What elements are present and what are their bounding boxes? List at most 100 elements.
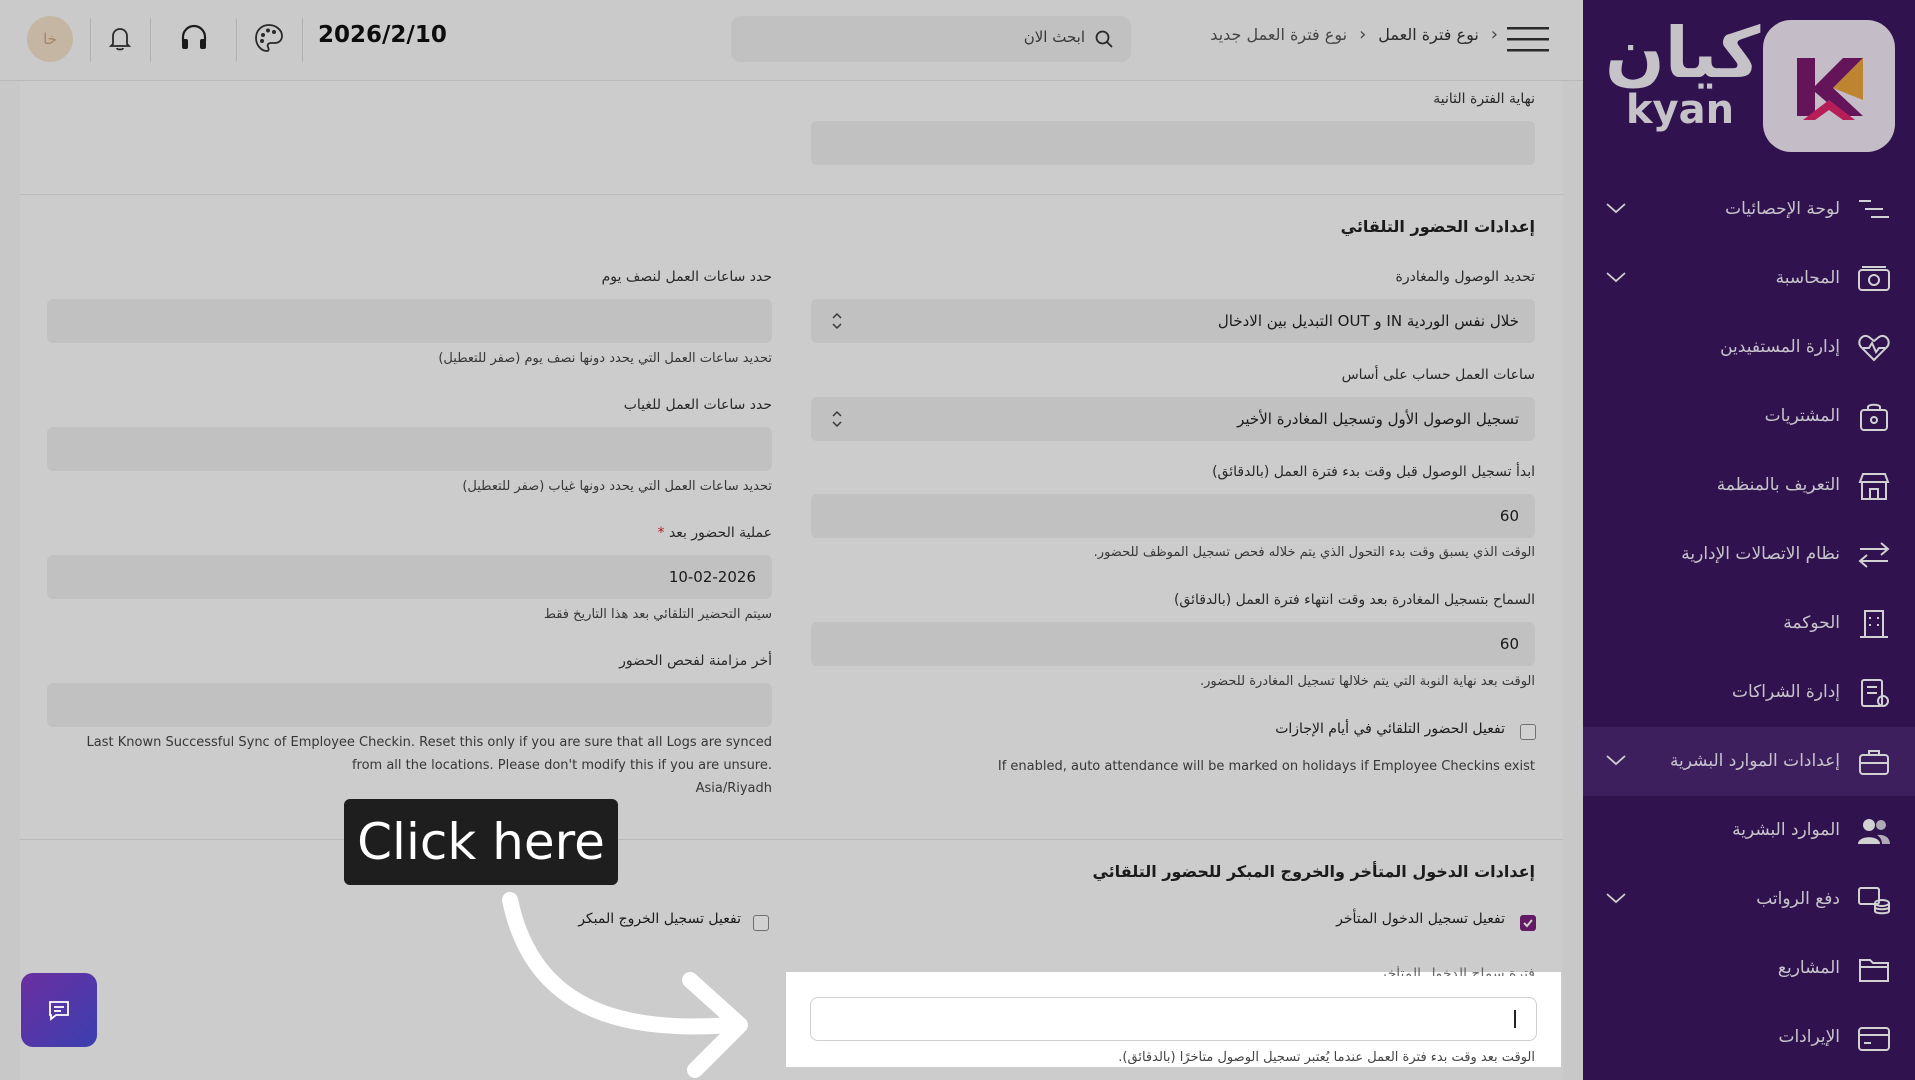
- section-divider: [20, 839, 1563, 840]
- checkout-after-label: السماح بتسجيل المغادرة بعد وقت انتهاء فت…: [1173, 592, 1535, 608]
- folder-icon: [1859, 959, 1889, 982]
- sidebar-item-beneficiaries[interactable]: إدارة المستفيدين: [1583, 313, 1915, 382]
- grace-period-input[interactable]: [810, 997, 1537, 1041]
- sidebar: كيان kyan لوحة الإحصائيات المحاسبة إدارة…: [1583, 0, 1915, 1080]
- sidebar-item-label: دفع الرواتب: [1756, 889, 1840, 909]
- sidebar-item-label: لوحة الإحصائيات: [1725, 199, 1840, 219]
- sidebar-item-communications[interactable]: نظام الاتصالات الإدارية: [1583, 520, 1915, 589]
- search-box[interactable]: ابحث الان: [731, 16, 1131, 62]
- half-day-input[interactable]: [47, 299, 772, 343]
- process-after-input[interactable]: 10-02-2026: [47, 555, 772, 599]
- sidebar-item-accounting[interactable]: المحاسبة: [1583, 244, 1915, 313]
- half-day-hint: تحديد ساعات العمل التي يحدد دونها نصف يو…: [438, 351, 772, 366]
- chat-icon: [49, 1001, 69, 1021]
- last-sync-hint: Last Known Successful Sync of Employee C…: [32, 735, 772, 796]
- late-entry-checkbox[interactable]: [1520, 915, 1536, 931]
- select-arrows-icon: [832, 312, 842, 330]
- absent-hint: تحديد ساعات العمل التي يحدد دونها غياب (…: [462, 479, 772, 494]
- checkin-before-value: 60: [1499, 507, 1519, 525]
- checkout-after-input[interactable]: 60: [811, 622, 1535, 666]
- sidebar-item-revenues[interactable]: الإيرادات: [1583, 1003, 1915, 1072]
- document-icon: [1861, 679, 1889, 707]
- briefcase-icon: [1859, 750, 1889, 775]
- determine-in-out-select[interactable]: خلال نفس الوردية IN و OUT التبديل بين ال…: [811, 299, 1535, 343]
- sidebar-item-label: المشتريات: [1764, 406, 1840, 426]
- checkin-before-label: ابدأ تسجيل الوصول قبل وقت بدء فترة العمل…: [1212, 464, 1535, 480]
- second-period-end-input[interactable]: [811, 121, 1535, 165]
- checkin-before-hint: الوقت الذي يسبق وقت بدء التحول الذي يتم …: [1093, 545, 1535, 560]
- determine-in-out-value: خلال نفس الوردية IN و OUT التبديل بين ال…: [1217, 312, 1519, 330]
- chat-button[interactable]: [21, 973, 97, 1047]
- last-sync-timezone: Asia/Riyadh: [695, 781, 772, 796]
- sidebar-nav: لوحة الإحصائيات المحاسبة إدارة المستفيدي…: [1583, 175, 1915, 1072]
- tutorial-spotlight: فترة سماح الدخول المتأخر الوقت بعد وقت ب…: [786, 966, 1561, 1067]
- grace-period-hint: الوقت بعد وقت بدء فترة العمل عندما يُعتب…: [1118, 1050, 1535, 1064]
- sidebar-item-projects[interactable]: المشاريع: [1583, 934, 1915, 1003]
- store-icon: [1858, 473, 1890, 500]
- sidebar-item-label: إدارة المستفيدين: [1720, 337, 1840, 357]
- checkin-before-input[interactable]: 60: [811, 494, 1535, 538]
- second-period-end-label: نهاية الفترة الثانية: [1433, 91, 1535, 107]
- text-caret: [1514, 1010, 1516, 1028]
- logo[interactable]: كيان kyan: [1583, 0, 1915, 170]
- heart-pulse-icon: [1858, 335, 1890, 362]
- last-sync-hint-line-1: Last Known Successful Sync of Employee C…: [86, 735, 772, 750]
- headset-icon[interactable]: [178, 22, 210, 54]
- sidebar-item-label: المحاسبة: [1775, 268, 1840, 288]
- breadcrumb: ‹ نوع فترة العمل ‹ نوع فترة العمل جديد: [1210, 24, 1498, 45]
- sidebar-item-label: نظام الاتصالات الإدارية: [1681, 544, 1840, 564]
- breadcrumb-item-shift-type[interactable]: نوع فترة العمل: [1378, 25, 1479, 44]
- sidebar-item-label: الموارد البشرية: [1732, 820, 1840, 840]
- chevron-down-icon: [1606, 203, 1626, 214]
- tutorial-tooltip: Click here: [344, 799, 618, 885]
- absent-input[interactable]: [47, 427, 772, 471]
- process-after-label-text: عملية الحضور بعد: [668, 525, 772, 541]
- logo-wordmark: كيان kyan: [1605, 12, 1761, 133]
- purchase-box-icon: [1860, 403, 1888, 431]
- avatar[interactable]: خا: [27, 16, 73, 62]
- sidebar-item-organization[interactable]: التعريف بالمنظمة: [1583, 451, 1915, 520]
- bell-icon[interactable]: [104, 22, 136, 54]
- chevron-down-icon: [1606, 755, 1626, 766]
- sidebar-item-label: المشاريع: [1777, 958, 1840, 978]
- header-divider: [150, 18, 151, 62]
- search-icon: [1095, 30, 1113, 48]
- late-early-title: إعدادات الدخول المتأخر والخروج المبكر لل…: [1092, 862, 1535, 881]
- chevron-left-icon: ‹: [1359, 24, 1367, 45]
- palette-icon[interactable]: [253, 22, 285, 54]
- kyan-logo-icon: [1797, 58, 1863, 120]
- sidebar-item-hr-settings[interactable]: إعدادات الموارد البشرية: [1583, 727, 1915, 796]
- last-sync-hint-line-2: from all the locations. Please don't mod…: [351, 758, 772, 773]
- sidebar-item-payroll[interactable]: دفع الرواتب: [1583, 865, 1915, 934]
- process-after-label: عملية الحضور بعد *: [658, 525, 773, 541]
- logo-english: kyan: [1625, 87, 1735, 133]
- working-hours-basis-select[interactable]: تسجيل الوصول الأول وتسجيل المغادرة الأخي…: [811, 397, 1535, 441]
- working-hours-basis-label: ساعات العمل حساب على أساس: [1341, 367, 1535, 383]
- curved-arrow-icon: [502, 892, 748, 1078]
- hamburger-icon[interactable]: [1507, 24, 1549, 54]
- page-root: ‹ نوع فترة العمل ‹ نوع فترة العمل جديد ا…: [0, 0, 1915, 1080]
- chevron-down-icon: [1606, 893, 1626, 904]
- header-divider: [90, 18, 91, 62]
- last-sync-input[interactable]: [47, 683, 772, 727]
- holiday-auto-checkbox[interactable]: [1520, 724, 1536, 740]
- logo-mark: [1763, 20, 1895, 152]
- checkout-after-value: 60: [1499, 635, 1519, 653]
- building-icon: [1860, 610, 1888, 638]
- logo-arabic: كيان: [1605, 12, 1761, 94]
- sidebar-item-governance[interactable]: الحوكمة: [1583, 589, 1915, 658]
- determine-in-out-label: تحديد الوصول والمغادرة: [1395, 269, 1535, 285]
- grace-period-label: فترة سماح الدخول المتأخر: [1379, 966, 1535, 976]
- sidebar-item-stats[interactable]: لوحة الإحصائيات: [1583, 175, 1915, 244]
- sidebar-item-label: الإيرادات: [1778, 1027, 1840, 1047]
- chevron-left-icon: ‹: [1490, 24, 1498, 45]
- sidebar-item-partnerships[interactable]: إدارة الشراكات: [1583, 658, 1915, 727]
- sidebar-item-hr[interactable]: الموارد البشرية: [1583, 796, 1915, 865]
- stats-icon: [1859, 200, 1889, 218]
- money-icon: [1858, 266, 1890, 291]
- arrows-exchange-icon: [1858, 542, 1890, 568]
- sidebar-item-purchases[interactable]: المشتريات: [1583, 382, 1915, 451]
- sidebar-item-label: إعدادات الموارد البشرية: [1669, 751, 1840, 771]
- holiday-auto-label: تفعيل الحضور التلقائي في أيام الإجازات: [1275, 721, 1505, 737]
- absent-label: حدد ساعات العمل للغياب: [623, 397, 772, 413]
